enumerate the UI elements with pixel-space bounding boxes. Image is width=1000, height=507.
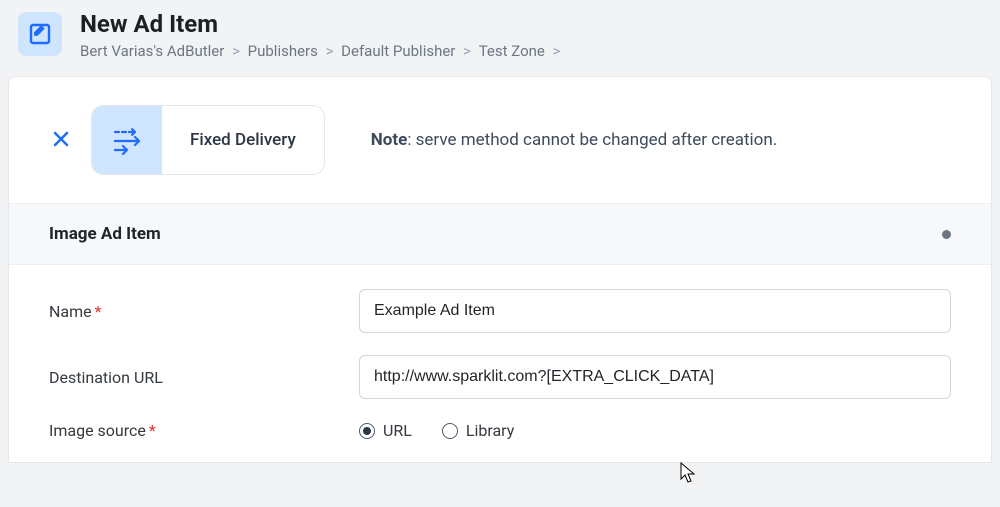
chevron-right-icon: >	[459, 42, 474, 60]
breadcrumb-item[interactable]: Default Publisher	[341, 42, 455, 60]
required-icon: *	[95, 302, 102, 321]
serve-method-row: Fixed Delivery Note: serve method cannot…	[9, 77, 991, 204]
cursor-icon	[680, 462, 696, 488]
chevron-right-icon: >	[549, 42, 564, 60]
breadcrumb-item[interactable]: Publishers	[248, 42, 318, 60]
image-source-library-option[interactable]: Library	[442, 421, 514, 440]
page-title: New Ad Item	[80, 10, 564, 38]
destination-url-input[interactable]	[359, 355, 951, 399]
radio-label: URL	[383, 421, 412, 440]
image-source-label: Image source*	[49, 421, 339, 440]
edit-icon	[18, 12, 62, 56]
breadcrumb-item[interactable]: Bert Varias's AdButler	[80, 42, 224, 60]
page-header: New Ad Item Bert Varias's AdButler > Pub…	[0, 0, 1000, 76]
serve-method-label: Fixed Delivery	[162, 130, 324, 150]
name-label: Name*	[49, 302, 339, 321]
main-card: Fixed Delivery Note: serve method cannot…	[8, 76, 992, 463]
note-label: Note	[371, 130, 408, 150]
serve-method-note: Note: serve method cannot be changed aft…	[371, 130, 777, 150]
note-text: : serve method cannot be changed after c…	[407, 130, 777, 150]
destination-url-label: Destination URL	[49, 368, 339, 387]
image-source-radio-group: URL Library	[359, 421, 951, 440]
form-row-destination-url: Destination URL	[49, 355, 951, 399]
form-area: Name* Destination URL Image source* URL	[9, 265, 991, 440]
close-icon[interactable]	[49, 128, 73, 152]
breadcrumb-item[interactable]: Test Zone	[479, 42, 545, 60]
chevron-right-icon: >	[322, 42, 337, 60]
chevron-right-icon: >	[228, 42, 243, 60]
required-icon: *	[149, 421, 156, 440]
form-row-image-source: Image source* URL Library	[49, 421, 951, 440]
radio-icon	[359, 423, 375, 439]
form-row-name: Name*	[49, 289, 951, 333]
breadcrumb: Bert Varias's AdButler > Publishers > De…	[80, 42, 564, 60]
serve-method-chip[interactable]: Fixed Delivery	[91, 105, 325, 175]
radio-label: Library	[466, 421, 514, 440]
name-input[interactable]	[359, 289, 951, 333]
section-title: Image Ad Item	[49, 224, 161, 244]
serve-arrows-icon	[92, 106, 162, 174]
radio-icon	[442, 423, 458, 439]
status-dot-icon	[942, 230, 951, 239]
section-header: Image Ad Item	[9, 204, 991, 265]
image-source-url-option[interactable]: URL	[359, 421, 412, 440]
